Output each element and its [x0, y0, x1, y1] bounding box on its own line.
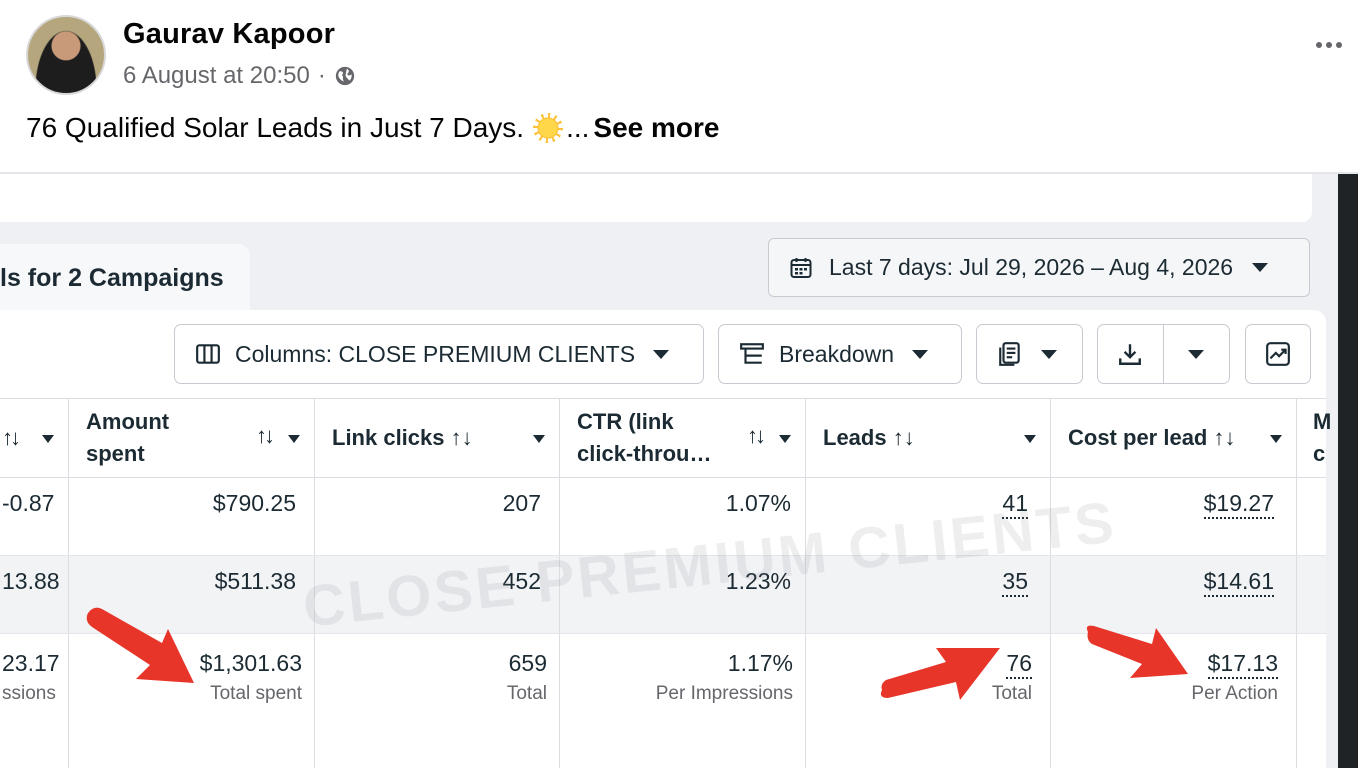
total-ctr-sub: Per Impressions	[655, 683, 793, 704]
chevron-down-icon[interactable]	[1270, 435, 1282, 443]
campaign-table: ↑↓ Amount spent ↑↓ Link clicks ↑↓ CTR (l…	[0, 398, 1331, 768]
table-header-row: ↑↓ Amount spent ↑↓ Link clicks ↑↓ CTR (l…	[0, 398, 1331, 478]
total-leads-link[interactable]: 76	[1006, 650, 1032, 679]
top-card	[0, 174, 1312, 222]
globe-icon	[335, 66, 354, 86]
header-next-line2: c	[1313, 441, 1326, 466]
table-totals-row: 23.17 ssions $1,301.63 Total spent 659 T…	[0, 634, 1326, 768]
post-text-body: 76 Qualified Solar Leads in Just 7 Days.	[26, 112, 525, 143]
post-text: 76 Qualified Solar Leads in Just 7 Days.…	[26, 112, 719, 144]
header-next-column[interactable]: M c	[1297, 399, 1331, 477]
header-cost-per-lead[interactable]: Cost per lead ↑↓	[1051, 399, 1297, 477]
cell-ctr: 1.07%	[725, 490, 791, 516]
chevron-down-icon[interactable]	[1024, 435, 1036, 443]
trend-chart-icon	[1266, 342, 1290, 366]
report-icon	[999, 342, 1020, 366]
see-more-link[interactable]: See more	[593, 112, 719, 144]
breakdown-button[interactable]: Breakdown	[718, 324, 962, 384]
total-prev-sub: ssions	[2, 683, 56, 704]
header-leads-label: Leads ↑↓	[823, 425, 915, 450]
total-link-clicks: 659	[508, 650, 547, 676]
more-options-icon[interactable]	[1316, 42, 1342, 48]
table-panel: Columns: CLOSE PREMIUM CLIENTS Breakdown	[0, 310, 1331, 768]
header-prev-column[interactable]: ↑↓	[0, 399, 69, 477]
cell-ctr: 1.23%	[725, 568, 791, 594]
post-header: Gaurav Kapoor 6 August at 20:50 · 76 Qua…	[0, 0, 1358, 172]
post-meta: 6 August at 20:50 ·	[123, 62, 356, 90]
author-name[interactable]: Gaurav Kapoor	[123, 18, 335, 51]
avatar[interactable]	[26, 15, 106, 95]
chevron-down-icon[interactable]	[779, 435, 791, 443]
ads-manager-screenshot: ls for 2 Campaigns Last 7 days: Jul 29, …	[0, 174, 1358, 768]
table-row[interactable]: -0.87 $790.25 207 1.07% 41 $19.27	[0, 478, 1326, 556]
total-cost-per-lead-sub: Per Action	[1191, 683, 1278, 704]
chevron-down-icon	[1041, 349, 1057, 359]
total-amount-spent: $1,301.63	[199, 650, 302, 676]
header-next-line1: M	[1313, 409, 1332, 434]
columns-icon	[196, 344, 220, 364]
cell-prev: 13.88	[2, 568, 60, 594]
total-link-clicks-sub: Total	[506, 683, 547, 704]
post-timestamp[interactable]: 6 August at 20:50	[123, 62, 310, 90]
chevron-down-icon[interactable]	[288, 435, 300, 443]
chevron-down-icon	[1188, 349, 1205, 359]
cell-amount-spent: $790.25	[212, 490, 296, 516]
sun-emoji-icon	[533, 113, 564, 143]
cell-leads-link[interactable]: 41	[1002, 490, 1028, 519]
export-dropdown[interactable]	[1164, 325, 1230, 383]
header-ctr[interactable]: CTR (link click-throu… ↑↓	[560, 399, 806, 477]
date-range-label: Last 7 days: Jul 29, 2026 – Aug 4, 2026	[829, 254, 1234, 280]
chevron-down-icon	[912, 349, 929, 359]
header-amount-spent-line2: spent	[86, 441, 145, 466]
header-amount-spent[interactable]: Amount spent ↑↓	[69, 399, 315, 477]
total-prev: 23.17	[2, 650, 60, 676]
chevron-down-icon[interactable]	[533, 435, 545, 443]
total-ctr: 1.17%	[727, 650, 793, 676]
charts-button[interactable]	[1245, 324, 1311, 384]
cell-prev: -0.87	[2, 490, 55, 516]
total-amount-spent-sub: Total spent	[210, 683, 302, 704]
table-row[interactable]: 13.88 $511.38 452 1.23% 35 $14.61	[0, 556, 1326, 634]
chevron-down-icon[interactable]	[42, 435, 54, 443]
chevron-down-icon	[1252, 263, 1269, 272]
calendar-icon	[790, 257, 812, 278]
reports-button[interactable]	[976, 324, 1083, 384]
chevron-down-icon	[653, 349, 670, 359]
right-rail	[1338, 174, 1358, 768]
campaign-tab[interactable]: ls for 2 Campaigns	[0, 244, 250, 316]
header-ctr-line2: click-throu…	[577, 441, 712, 466]
cell-amount-spent: $511.38	[214, 568, 296, 594]
columns-button[interactable]: Columns: CLOSE PREMIUM CLIENTS	[174, 324, 704, 384]
header-cost-per-lead-label: Cost per lead ↑↓	[1068, 425, 1236, 450]
breakdown-icon	[740, 343, 764, 364]
meta-separator: ·	[317, 62, 326, 89]
total-leads-sub: Total	[991, 683, 1032, 704]
total-cost-per-lead-link[interactable]: $17.13	[1207, 650, 1278, 679]
cell-cost-per-lead-link[interactable]: $19.27	[1203, 490, 1274, 519]
sort-icon[interactable]: ↑↓	[2, 425, 21, 451]
cell-leads-link[interactable]: 35	[1002, 568, 1028, 597]
sort-icon[interactable]: ↑↓	[256, 423, 275, 449]
cell-cost-per-lead-link[interactable]: $14.61	[1203, 568, 1274, 597]
header-link-clicks[interactable]: Link clicks ↑↓	[315, 399, 560, 477]
cell-link-clicks: 452	[502, 568, 541, 594]
header-amount-spent-line1: Amount	[86, 409, 170, 434]
export-button[interactable]	[1097, 324, 1230, 384]
header-leads[interactable]: Leads ↑↓	[806, 399, 1051, 477]
breakdown-label: Breakdown	[779, 340, 895, 367]
header-ctr-line1: CTR (link	[577, 409, 674, 434]
header-link-clicks-label: Link clicks ↑↓	[332, 425, 473, 450]
export-main[interactable]	[1098, 325, 1164, 383]
cell-link-clicks: 207	[502, 490, 541, 516]
post-text-ellipsis: ...	[566, 112, 590, 143]
columns-label: Columns: CLOSE PREMIUM CLIENTS	[235, 340, 636, 367]
download-icon	[1119, 344, 1142, 365]
date-range-picker[interactable]: Last 7 days: Jul 29, 2026 – Aug 4, 2026	[768, 238, 1310, 297]
sort-icon[interactable]: ↑↓	[747, 423, 766, 449]
